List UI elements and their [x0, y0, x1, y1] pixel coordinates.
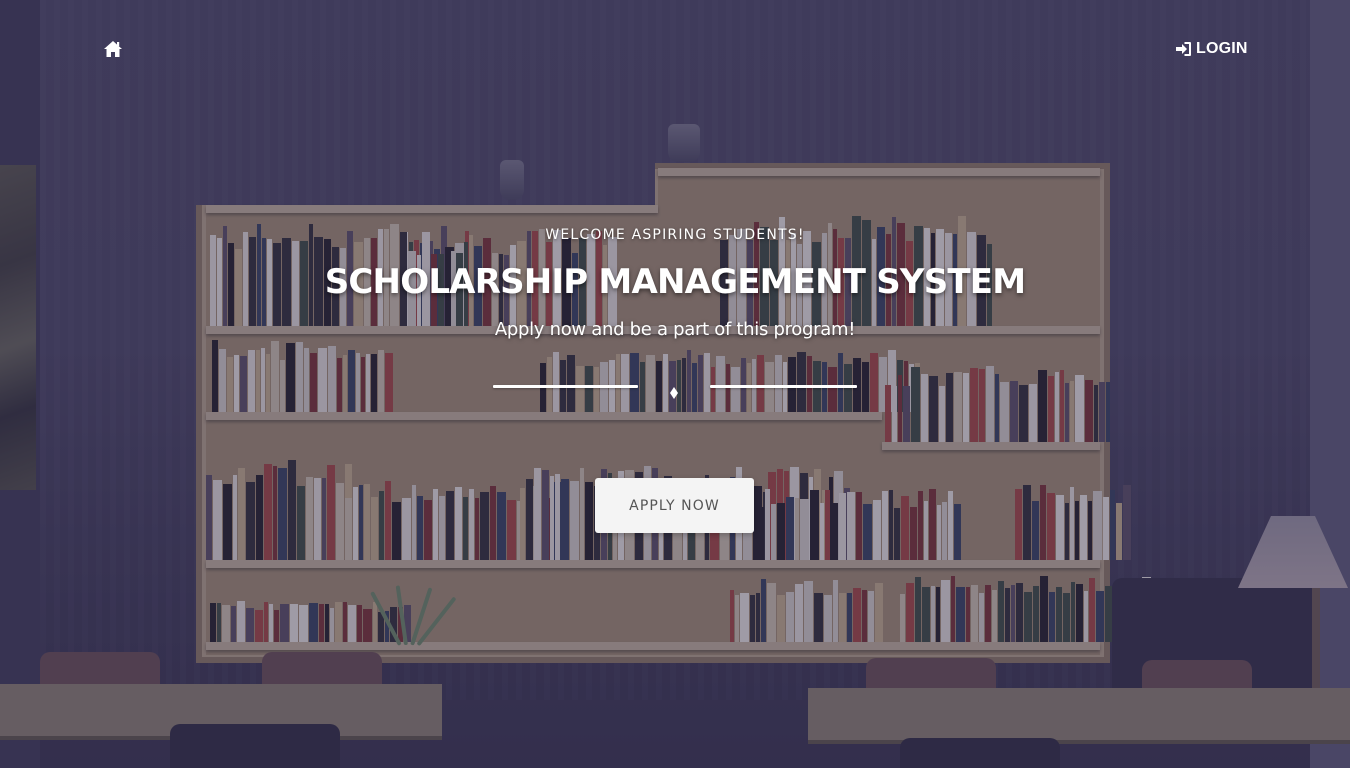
page-title: SCHOLARSHIP MANAGEMENT SYSTEM: [324, 262, 1026, 302]
home-icon: [103, 41, 123, 62]
divider-line-left: [493, 385, 638, 388]
page-subtitle: Apply now and be a part of this program!: [494, 319, 856, 340]
login-link[interactable]: LOGIN: [1175, 38, 1248, 60]
sign-in-icon: [1175, 41, 1192, 57]
library-background-image: [0, 0, 1350, 768]
apply-now-button[interactable]: APPLY NOW: [595, 478, 754, 533]
welcome-eyebrow: WELCOME ASPIRING STUDENTS!: [545, 227, 805, 243]
dark-overlay: [0, 0, 1350, 768]
hero-section: LOGIN WELCOME ASPIRING STUDENTS! SCHOLAR…: [0, 0, 1350, 768]
divider-line-right: [710, 385, 857, 388]
home-link[interactable]: [103, 40, 125, 60]
login-label: LOGIN: [1196, 40, 1248, 57]
